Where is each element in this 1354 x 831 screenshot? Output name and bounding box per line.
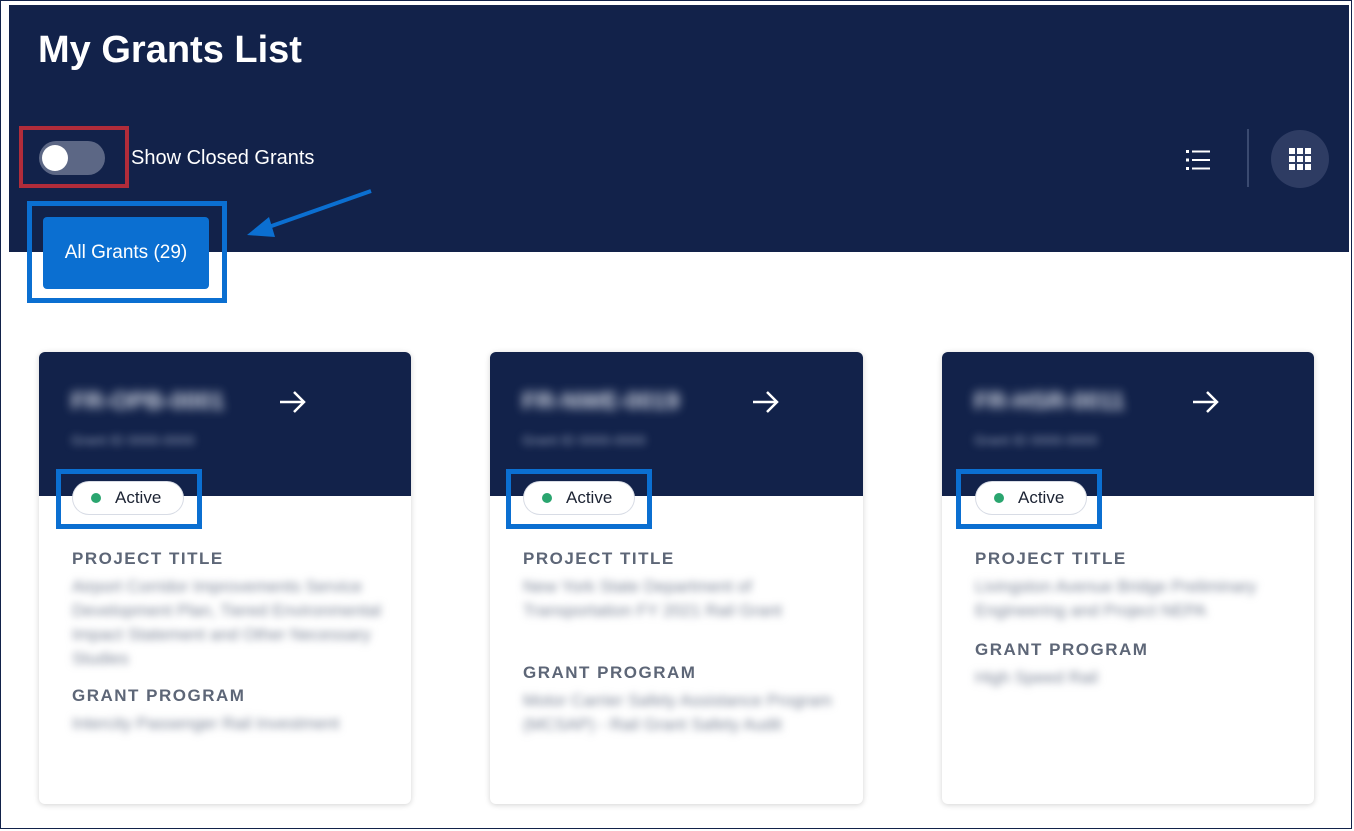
grant-id: FR-OPB-0001 <box>71 388 225 415</box>
grant-program-value: Intercity Passenger Rail Investment <box>72 714 340 733</box>
arrow-right-icon[interactable] <box>277 388 309 416</box>
grant-card[interactable]: FR-NWE-0019 Grant ID 0000-0000 Active PR… <box>490 352 863 804</box>
grant-subtitle: Grant ID 0000-0000 <box>71 432 195 448</box>
grant-id: FR-NWE-0019 <box>522 388 680 415</box>
annotation-highlight-status <box>56 469 202 529</box>
grid-icon <box>1289 148 1311 170</box>
page-title: My Grants List <box>38 29 302 71</box>
grant-program-value: High Speed Rail <box>975 668 1098 687</box>
page-frame: My Grants List Show Closed Grants All Gr… <box>0 0 1352 829</box>
grant-subtitle: Grant ID 0000-0000 <box>522 432 646 448</box>
grant-program-label: GRANT PROGRAM <box>523 663 697 682</box>
grant-program-label: GRANT PROGRAM <box>975 640 1149 659</box>
grant-subtitle: Grant ID 0000-0000 <box>974 432 1098 448</box>
annotation-highlight-toggle <box>19 126 129 188</box>
project-title-value: Airport Corridor Improvements Service De… <box>72 577 381 668</box>
arrow-right-icon[interactable] <box>750 388 782 416</box>
list-icon <box>1186 150 1210 170</box>
annotation-highlight-status <box>956 469 1102 529</box>
project-title-value: New York State Department of Transportat… <box>523 577 782 620</box>
grant-program-value: Motor Carrier Safety Assistance Program … <box>523 691 832 734</box>
view-divider <box>1247 129 1249 187</box>
grant-card[interactable]: FR-HSR-0011 Grant ID 0000-0000 Active PR… <box>942 352 1314 804</box>
annotation-highlight-status <box>506 469 652 529</box>
grant-card[interactable]: FR-OPB-0001 Grant ID 0000-0000 Active PR… <box>39 352 411 804</box>
list-view-button[interactable] <box>1179 141 1217 179</box>
project-title-label: PROJECT TITLE <box>975 549 1127 568</box>
arrow-right-icon[interactable] <box>1190 388 1222 416</box>
project-title-label: PROJECT TITLE <box>72 549 224 568</box>
grant-id: FR-HSR-0011 <box>974 388 1125 415</box>
grid-view-button[interactable] <box>1271 130 1329 188</box>
annotation-arrow <box>247 189 372 237</box>
project-title-value: Livingston Avenue Bridge Preliminary Eng… <box>975 577 1257 620</box>
project-title-label: PROJECT TITLE <box>523 549 675 568</box>
annotation-highlight-tab <box>27 201 227 303</box>
show-closed-label[interactable]: Show Closed Grants <box>131 147 314 170</box>
grant-program-label: GRANT PROGRAM <box>72 686 246 705</box>
